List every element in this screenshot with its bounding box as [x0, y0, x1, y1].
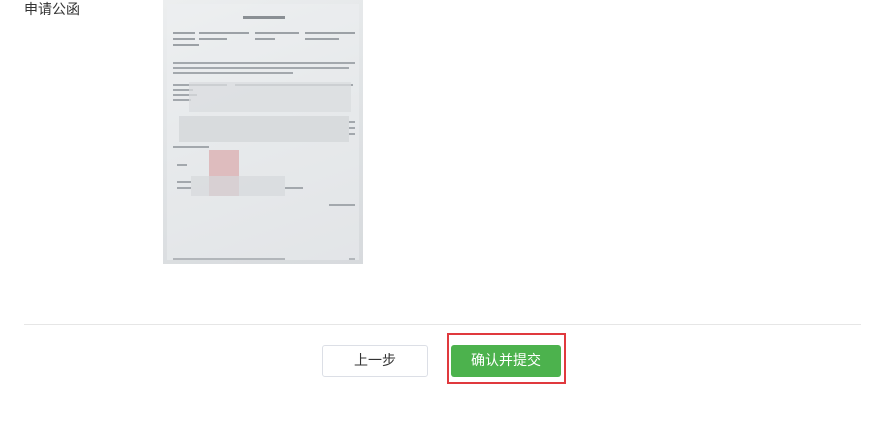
submission-page: 申请公函 上一步 确认并提交	[0, 0, 870, 424]
scanned-document-image	[167, 4, 359, 260]
application-letter-thumbnail[interactable]	[163, 0, 363, 264]
confirm-and-submit-button[interactable]: 确认并提交	[451, 345, 561, 377]
application-letter-label: 申请公函	[24, 2, 80, 18]
section-divider	[24, 324, 861, 325]
previous-step-button[interactable]: 上一步	[322, 345, 428, 377]
